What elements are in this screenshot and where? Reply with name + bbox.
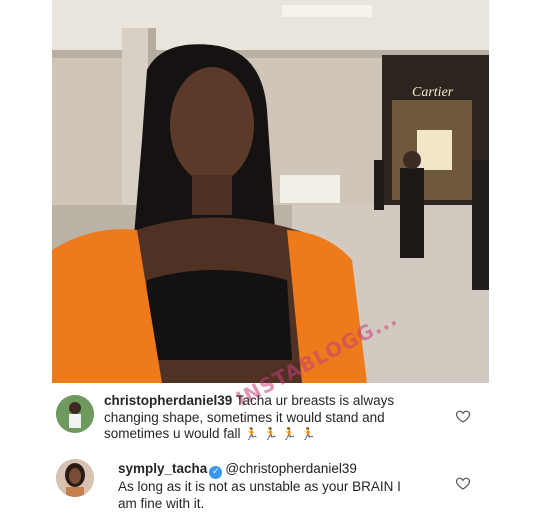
reply-mention[interactable]: @christopherdaniel39 — [225, 461, 357, 476]
comments-section: christopherdaniel39 Tacha ur breasts is … — [52, 383, 489, 526]
user-avatar-icon[interactable] — [56, 395, 94, 433]
reply-username[interactable]: symply_tacha — [118, 461, 207, 476]
heart-icon[interactable] — [455, 475, 471, 491]
user-avatar-icon[interactable] — [56, 459, 94, 497]
verified-badge-icon: ✓ — [209, 466, 223, 479]
store-sign: Cartier — [412, 85, 454, 100]
heart-icon[interactable] — [455, 408, 471, 424]
comment-text: christopherdaniel39 Tacha ur breasts is … — [104, 393, 444, 443]
reply-body: As long as it is not as unstable as your… — [118, 479, 401, 511]
comment-username[interactable]: christopherdaniel39 — [104, 393, 232, 408]
post-photo: Cartier — [52, 0, 489, 383]
running-emoji-icons: 🏃 🏃 🏃 🏃 — [244, 427, 316, 441]
reply-text: symply_tacha ✓ @christopherdaniel39 As lon… — [118, 461, 418, 512]
